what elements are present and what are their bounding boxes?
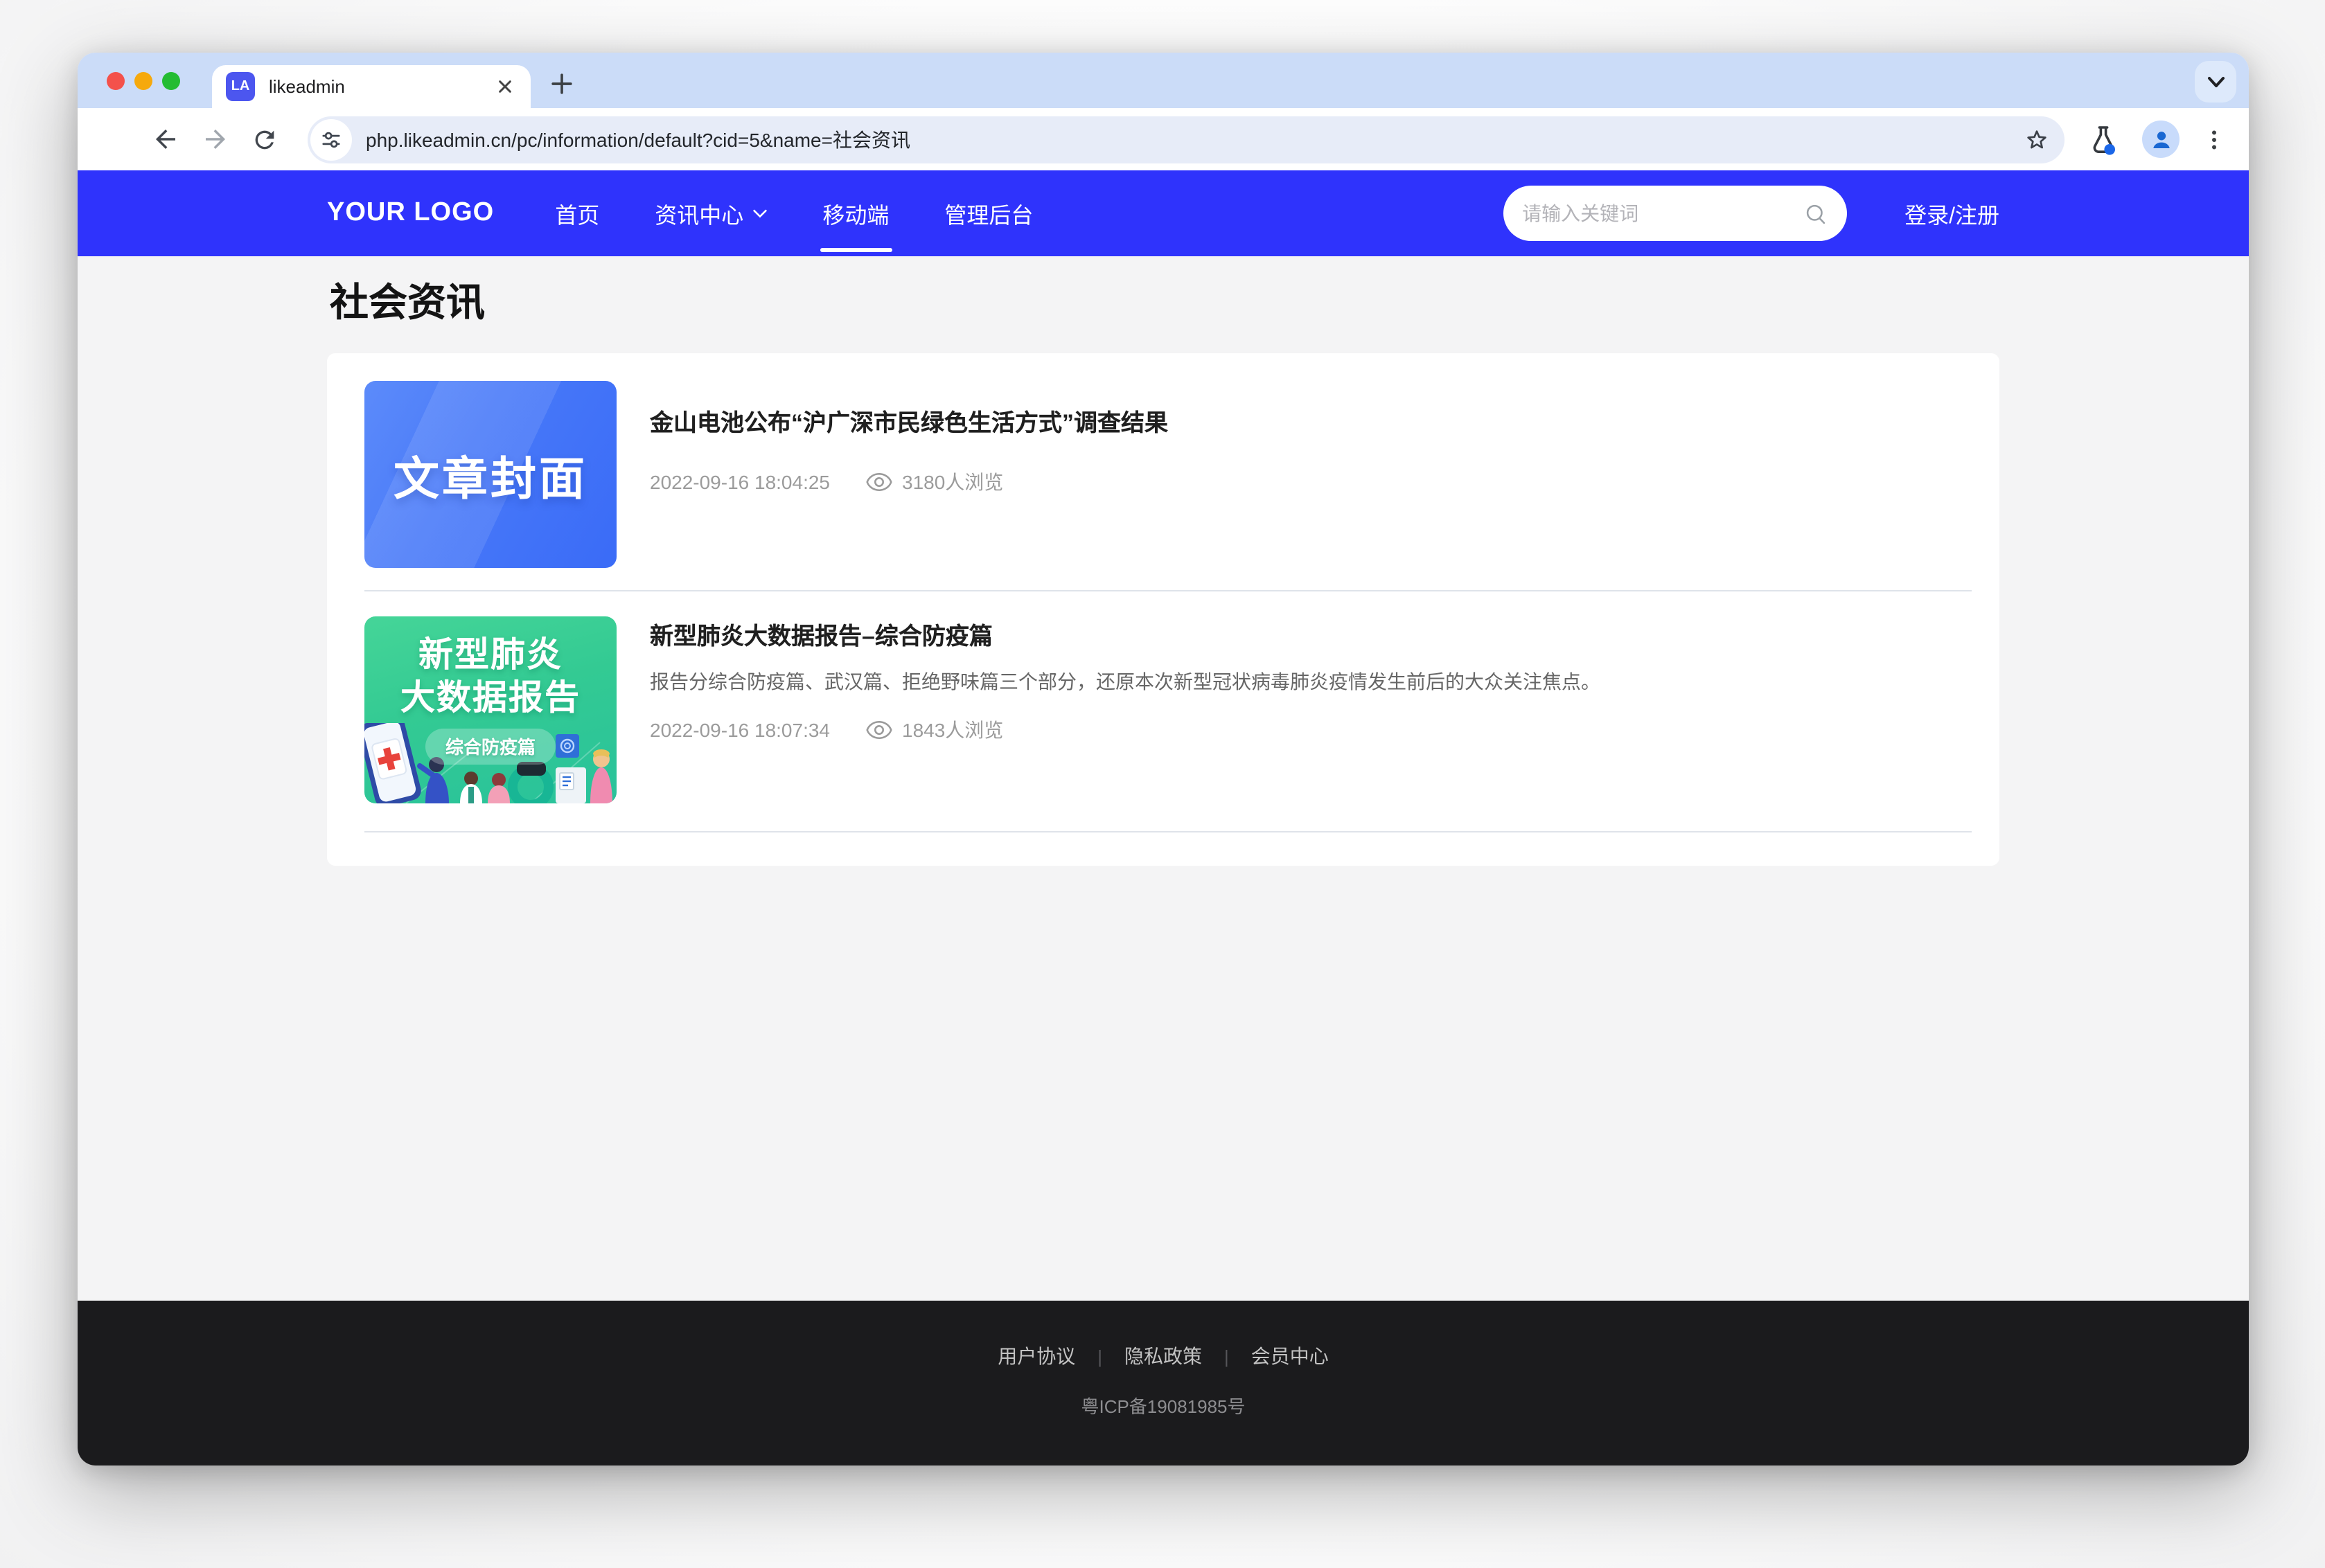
article-thumbnail[interactable]: 新型肺炎 大数据报告 综合防疫篇 <box>364 616 617 803</box>
chevron-down-icon <box>2207 75 2225 88</box>
chevron-down-icon <box>752 208 767 219</box>
experiments-flask-icon[interactable] <box>2087 123 2120 156</box>
footer-links: 用户协议 | 隐私政策 | 会员中心 <box>998 1342 1329 1370</box>
browser-window: LA likeadmin <box>78 53 2249 1465</box>
eye-icon <box>866 472 892 492</box>
eye-icon <box>866 720 892 740</box>
article-list-card: 文章封面 金山电池公布“沪广深市民绿色生活方式”调查结果 2022-09-16 … <box>327 353 1999 866</box>
nav-items: 首页 资讯中心 移动端 管理后台 <box>552 183 1036 244</box>
window-controls <box>107 72 180 90</box>
page-body: 社会资讯 文章封面 金山电池公布“沪广深市民绿色生活方式”调查结果 2022-0… <box>78 256 2249 1301</box>
tab-title: likeadmin <box>269 76 492 97</box>
browser-toolbar: php.likeadmin.cn/pc/information/default?… <box>78 108 2249 170</box>
site-logo[interactable]: YOUR LOGO <box>327 198 494 229</box>
browser-menu-icon[interactable] <box>2202 127 2227 152</box>
site-footer: 用户协议 | 隐私政策 | 会员中心 粤ICP备19081985号 <box>78 1301 2249 1465</box>
browser-tab[interactable]: LA likeadmin <box>212 65 531 108</box>
new-tab-button[interactable] <box>545 66 578 100</box>
login-register-link[interactable]: 登录/注册 <box>1904 197 1999 230</box>
thumbnail-cover-text: 文章封面 <box>394 441 587 508</box>
nav-item-home[interactable]: 首页 <box>552 183 602 244</box>
footer-separator: | <box>1097 1346 1102 1366</box>
site-info-icon[interactable] <box>310 118 352 160</box>
screenshot-stage: LA likeadmin <box>0 0 2325 1568</box>
search-icon[interactable] <box>1803 202 1827 225</box>
person-icon <box>2148 127 2173 152</box>
toolbar-right-icons <box>2087 121 2227 158</box>
article-thumbnail[interactable]: 文章封面 <box>364 381 617 568</box>
tab-strip: LA likeadmin <box>78 53 2249 108</box>
thumbnail-badge: 综合防疫篇 <box>426 729 555 765</box>
back-icon <box>150 125 179 154</box>
footer-link-user-agreement[interactable]: 用户协议 <box>998 1342 1075 1370</box>
nav-item-mobile[interactable]: 移动端 <box>820 183 892 244</box>
forward-button[interactable] <box>197 121 233 157</box>
site-navbar: YOUR LOGO 首页 资讯中心 移动端 管理后台 <box>78 170 2249 256</box>
search-box <box>1503 186 1846 241</box>
article-date: 2022-09-16 18:07:34 <box>650 719 830 741</box>
footer-link-privacy-policy[interactable]: 隐私政策 <box>1124 1342 1202 1370</box>
search-input[interactable] <box>1522 202 1803 224</box>
reload-button[interactable] <box>247 121 283 157</box>
tab-close-icon[interactable] <box>492 74 517 99</box>
article-item[interactable]: 新型肺炎 大数据报告 综合防疫篇 <box>364 616 1972 832</box>
footer-link-member-center[interactable]: 会员中心 <box>1251 1342 1329 1370</box>
thumbnail-title-line: 新型肺炎 <box>418 634 563 677</box>
article-title[interactable]: 金山电池公布“沪广深市民绿色生活方式”调查结果 <box>650 403 1972 438</box>
url-text[interactable]: php.likeadmin.cn/pc/information/default?… <box>366 125 2023 153</box>
forward-icon <box>200 125 229 154</box>
article-title[interactable]: 新型肺炎大数据报告–综合防疫篇 <box>650 616 1972 651</box>
page-title: 社会资讯 <box>330 273 1999 328</box>
article-date: 2022-09-16 18:04:25 <box>650 471 830 493</box>
article-description: 报告分综合防疫篇、武汉篇、拒绝野味篇三个部分，还原本次新型冠状病毒肺炎疫情发生前… <box>650 668 1972 697</box>
article-item[interactable]: 文章封面 金山电池公布“沪广深市民绿色生活方式”调查结果 2022-09-16 … <box>364 381 1972 591</box>
back-button[interactable] <box>147 121 183 157</box>
views-count: 1843人浏览 <box>902 716 1003 744</box>
tab-favicon: LA <box>226 72 255 101</box>
thumbnail-title-line: 大数据报告 <box>400 677 581 719</box>
footer-separator: | <box>1224 1346 1229 1366</box>
url-bar[interactable]: php.likeadmin.cn/pc/information/default?… <box>308 116 2065 163</box>
bookmark-star-icon[interactable] <box>2023 125 2051 153</box>
profile-avatar[interactable] <box>2142 121 2180 158</box>
zoom-window-button[interactable] <box>162 72 180 90</box>
nav-item-news-center[interactable]: 资讯中心 <box>652 183 770 244</box>
views-count: 3180人浏览 <box>902 468 1003 496</box>
reload-icon <box>251 125 279 153</box>
close-window-button[interactable] <box>107 72 125 90</box>
nav-item-admin[interactable]: 管理后台 <box>942 183 1036 244</box>
minimize-window-button[interactable] <box>134 72 152 90</box>
tab-search-button[interactable] <box>2195 61 2236 103</box>
icp-number: 粤ICP备19081985号 <box>1081 1392 1245 1418</box>
